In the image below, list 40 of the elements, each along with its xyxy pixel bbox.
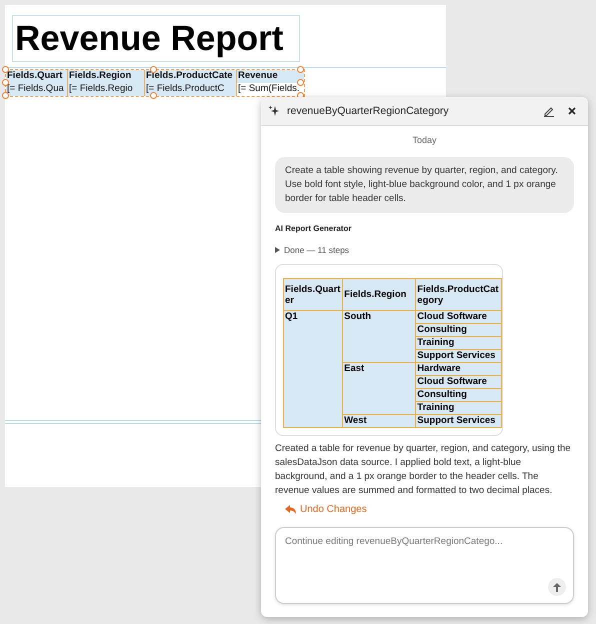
- table-cell: Support Services: [416, 414, 502, 428]
- sparkle-icon: [268, 105, 280, 117]
- table-cell: [= Fields.Qua: [6, 83, 68, 96]
- response-text: Created a table for revenue by quarter, region, and category, using the salesDataJson data source. I applied bold text, a light-blue background, and a 1 px orange border to the header cells. The revenue values are summed and formatted to two decimal places.: [275, 442, 572, 498]
- report-title: Revenue Report: [12, 15, 300, 62]
- header-cell: Fields.Quarter: [284, 278, 343, 310]
- reply-arrow-icon: [285, 505, 296, 514]
- user-message: Create a table showing revenue by quarter, region, and category. Use bold font style, light-blue background color, and 1 px orange border for table header cells.: [275, 157, 574, 213]
- chat-title: revenueByQuarterRegionCategory: [287, 105, 450, 117]
- date-label: Today: [412, 135, 437, 145]
- message-field[interactable]: Continue editing revenueByQuarterRegionCatego...: [275, 527, 574, 604]
- close-icon: [567, 106, 577, 116]
- table-cell: Cloud Software: [416, 310, 502, 324]
- table-cell: Support Services: [416, 350, 502, 362]
- table-cell: Q1: [284, 310, 343, 428]
- table-cell: Consulting: [416, 324, 502, 336]
- caret-icon: [275, 247, 280, 253]
- table-cell: Cloud Software: [416, 376, 502, 388]
- table-cell: East: [342, 362, 416, 414]
- arrow-up-icon: [553, 582, 561, 592]
- header-cell: Fields.Region: [68, 70, 145, 83]
- table-cell: Consulting: [416, 388, 502, 402]
- table-cell: West: [342, 414, 416, 428]
- sender-name: AI Report Generator: [275, 224, 352, 233]
- table-cell: Hardware: [416, 362, 502, 376]
- header-cell: Revenue: [237, 70, 304, 83]
- pencil-icon: [543, 105, 555, 117]
- table-cell: Training: [416, 336, 502, 350]
- table-cell: [= Fields.Regio: [68, 83, 145, 96]
- header-cell: Fields.ProductCategory: [416, 278, 502, 310]
- send-button[interactable]: [548, 578, 566, 596]
- table-cell: [= Fields.ProductC: [145, 83, 237, 96]
- table-cell: Training: [416, 402, 502, 414]
- resize-handle[interactable]: [150, 92, 157, 99]
- resize-handle[interactable]: [150, 66, 157, 73]
- table-cell: South: [342, 310, 416, 362]
- header-cell: Fields.Region: [342, 278, 416, 310]
- steps-toggle[interactable]: Done — 11 steps: [275, 245, 574, 255]
- header-cell: Fields.ProductCate: [145, 70, 237, 83]
- header-cell: Fields.Quart: [6, 70, 68, 83]
